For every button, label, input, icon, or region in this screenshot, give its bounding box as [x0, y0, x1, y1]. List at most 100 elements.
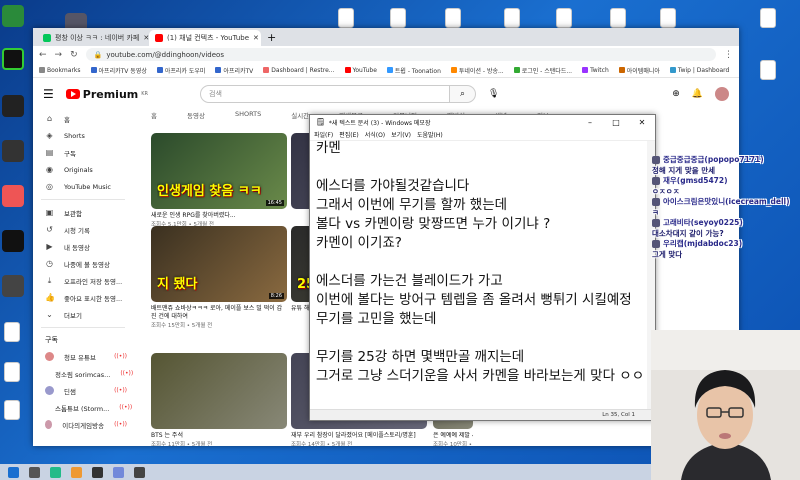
sidebar-item[interactable]: ⌄ 더보기	[33, 306, 133, 323]
bookmark-item[interactable]: YouTube	[344, 67, 377, 74]
desktop-file-icon[interactable]	[4, 362, 20, 382]
task-app-icon[interactable]	[29, 466, 40, 478]
notepad-text-area[interactable]: 카멘 에스더를 가야될것같습니다 그래서 이번에 무기를 할까 했는데 볼다 vs 카…	[316, 139, 647, 408]
chat-text: ㅇㅈㅇㅈ	[652, 187, 680, 196]
sidebar-item[interactable]: ▶ 내 동영상	[33, 238, 133, 255]
desktop-file-icon[interactable]	[556, 8, 572, 28]
mic-icon[interactable]: 🎙	[488, 89, 499, 99]
bookmark-item[interactable]: Bookmarks	[39, 67, 81, 74]
desktop-file-icon[interactable]	[4, 400, 20, 420]
maximize-icon[interactable]: □	[603, 118, 629, 127]
desktop-app-icon[interactable]	[2, 185, 24, 207]
sidebar-item[interactable]: ↺ 시청 기록	[33, 221, 133, 238]
video-title[interactable]: 은 예예예 제발 서명 해주세요 [메이플스토리/명훈]	[433, 432, 473, 440]
desktop-file-icon[interactable]	[4, 322, 20, 342]
channel-tab[interactable]: SHORTS	[235, 110, 261, 120]
menu-item[interactable]: 도움말(H)	[417, 130, 443, 139]
sidebar-item[interactable]: ▤ 구독	[33, 144, 133, 161]
sidebar-item[interactable]: ◉ Originals	[33, 161, 133, 178]
sidebar-item[interactable]: 👍 좋아요 표시한 동영...	[33, 289, 133, 306]
sidebar-item[interactable]: ▣ 보관함	[33, 204, 133, 221]
desktop-file-icon[interactable]	[504, 8, 520, 28]
reload-icon[interactable]: ↻	[70, 50, 78, 60]
chrome-icon[interactable]	[71, 466, 82, 478]
minimize-icon[interactable]: –	[577, 118, 603, 127]
video-card[interactable]: BTS 는 주석 조회수 11만회 • 5개월 전	[151, 353, 287, 446]
new-tab-button[interactable]: +	[261, 31, 282, 46]
desktop-app-icon[interactable]	[2, 275, 24, 297]
desktop-file-icon[interactable]	[760, 60, 776, 80]
create-icon[interactable]: ⊕	[672, 89, 680, 99]
extension-icon[interactable]: ⋮	[724, 50, 733, 60]
bookmark-item[interactable]: Twitch	[582, 67, 609, 74]
task-app-icon[interactable]	[134, 466, 145, 478]
bookmark-item[interactable]: 아프리카TV 동영상	[90, 66, 147, 75]
bookmark-item[interactable]: 투네이션 - 방송...	[450, 66, 504, 75]
bookmark-label: 아프리카TV	[223, 67, 254, 75]
menu-item[interactable]: 파일(F)	[314, 130, 333, 139]
channel-tab[interactable]: 동영상	[187, 110, 205, 120]
bookmark-item[interactable]: Twip | Dashboard	[669, 67, 729, 74]
channel-tab[interactable]: 실시간	[291, 110, 309, 120]
desktop-app-icon[interactable]	[2, 140, 24, 162]
chat-text: 대소차대지 같이 가능?	[652, 229, 724, 238]
desktop-app-icon[interactable]	[2, 5, 24, 27]
desktop-app-icon[interactable]	[2, 48, 24, 70]
desktop-file-icon[interactable]	[610, 8, 626, 28]
url-field[interactable]: 🔒 youtube.com/@ddinghoon/videos	[85, 48, 716, 61]
sidebar-item[interactable]: ⤓ 오프라인 저장 동영...	[33, 272, 133, 289]
search-input[interactable]: 검색	[200, 85, 451, 103]
video-title[interactable]: 배트맨쥬 쇼바상ㅋㅋㅋ 로아, 메이플 보스 밀 떡이 갑진 건에 대하여	[151, 305, 287, 321]
close-icon[interactable]: ✕	[253, 34, 259, 42]
task-app-icon[interactable]	[92, 466, 103, 478]
desktop-file-icon[interactable]	[760, 8, 776, 28]
menu-item[interactable]: 편집(E)	[339, 130, 359, 139]
sidebar-item[interactable]: ◈ Shorts	[33, 127, 133, 144]
desktop-app-icon[interactable]	[2, 95, 24, 117]
forward-icon[interactable]: →	[55, 50, 63, 60]
search-button[interactable]: ⌕	[450, 85, 477, 103]
bookmark-item[interactable]: 아프리카 도우미	[156, 66, 205, 75]
sidebar-item[interactable]: ◎ YouTube Music	[33, 178, 133, 195]
bookmark-item[interactable]: 로그인 - 스탠다드...	[513, 66, 572, 75]
back-icon[interactable]: ←	[39, 50, 47, 60]
browser-tab-active[interactable]: (1) 채널 컨텍츠 - YouTube ✕	[149, 30, 261, 46]
video-title[interactable]: 새로운 인생 RPG를 찾아버렸다...	[151, 212, 287, 220]
sidebar-item[interactable]: ◷ 나중에 볼 동영상	[33, 255, 133, 272]
like-icon: 👍	[45, 293, 55, 302]
sidebar-item[interactable]: ⌂ 홈	[33, 110, 133, 127]
desktop-file-icon[interactable]	[445, 8, 461, 28]
video-card[interactable]: 인생게임 찾음 ㅋㅋ 16:45 새로운 인생 RPG를 찾아버렸다... 조회수 5…	[151, 133, 287, 228]
bell-icon[interactable]: 🔔	[692, 89, 703, 99]
start-icon[interactable]	[8, 466, 19, 478]
video-title[interactable]: 재부 우리 참장이 달라졌어요 [메이플스토리/명훈]	[291, 432, 427, 440]
bookmark-item[interactable]: Dashboard | Restre...	[263, 67, 335, 74]
desktop-file-icon[interactable]	[660, 8, 676, 28]
desktop-file-icon[interactable]	[338, 8, 354, 28]
subscription-item[interactable]: 딘썸 ((•))	[33, 382, 133, 399]
video-thumbnail[interactable]: 인생게임 찾음 ㅋㅋ 16:45	[151, 133, 287, 209]
video-card[interactable]: 지 됐다 8:26 배트맨쥬 쇼바상ㅋㅋㅋ 로아, 메이플 보스 밀 떡이 갑진 건…	[151, 226, 287, 329]
bookmark-item[interactable]: 아이템매니아	[618, 66, 660, 75]
avatar[interactable]	[715, 87, 729, 101]
youtube-logo[interactable]: Premium KR	[65, 88, 148, 101]
task-app-icon[interactable]	[50, 466, 61, 478]
close-icon[interactable]: ✕	[629, 118, 655, 127]
subscription-item[interactable]: 스톰튜브 (Storm... ((•))	[33, 399, 133, 416]
menu-item[interactable]: 보기(V)	[391, 130, 411, 139]
subscription-item[interactable]: 정소림 sorimcas... ((•))	[33, 365, 133, 382]
video-title[interactable]: BTS 는 주석	[151, 432, 287, 440]
subscription-item[interactable]: 청묘 유튜브 ((•))	[33, 348, 133, 365]
desktop-app-icon[interactable]	[2, 230, 24, 252]
channel-tab[interactable]: 홈	[151, 110, 157, 120]
desktop-file-icon[interactable]	[390, 8, 406, 28]
video-thumbnail[interactable]: 지 됐다 8:26	[151, 226, 287, 302]
video-thumbnail[interactable]	[151, 353, 287, 429]
bookmark-item[interactable]: 트윕 - Toonation	[386, 66, 441, 75]
browser-tab[interactable]: 평창 이상 ㅋㅋ : 네이버 카페 ✕	[37, 30, 149, 46]
subscription-item[interactable]: 이다의게임방송 ((•))	[33, 416, 133, 433]
bookmark-item[interactable]: 아프리카TV	[215, 66, 253, 75]
menu-icon[interactable]: ☰	[43, 87, 54, 101]
task-app-icon[interactable]	[113, 466, 124, 478]
menu-item[interactable]: 서식(O)	[365, 130, 385, 139]
